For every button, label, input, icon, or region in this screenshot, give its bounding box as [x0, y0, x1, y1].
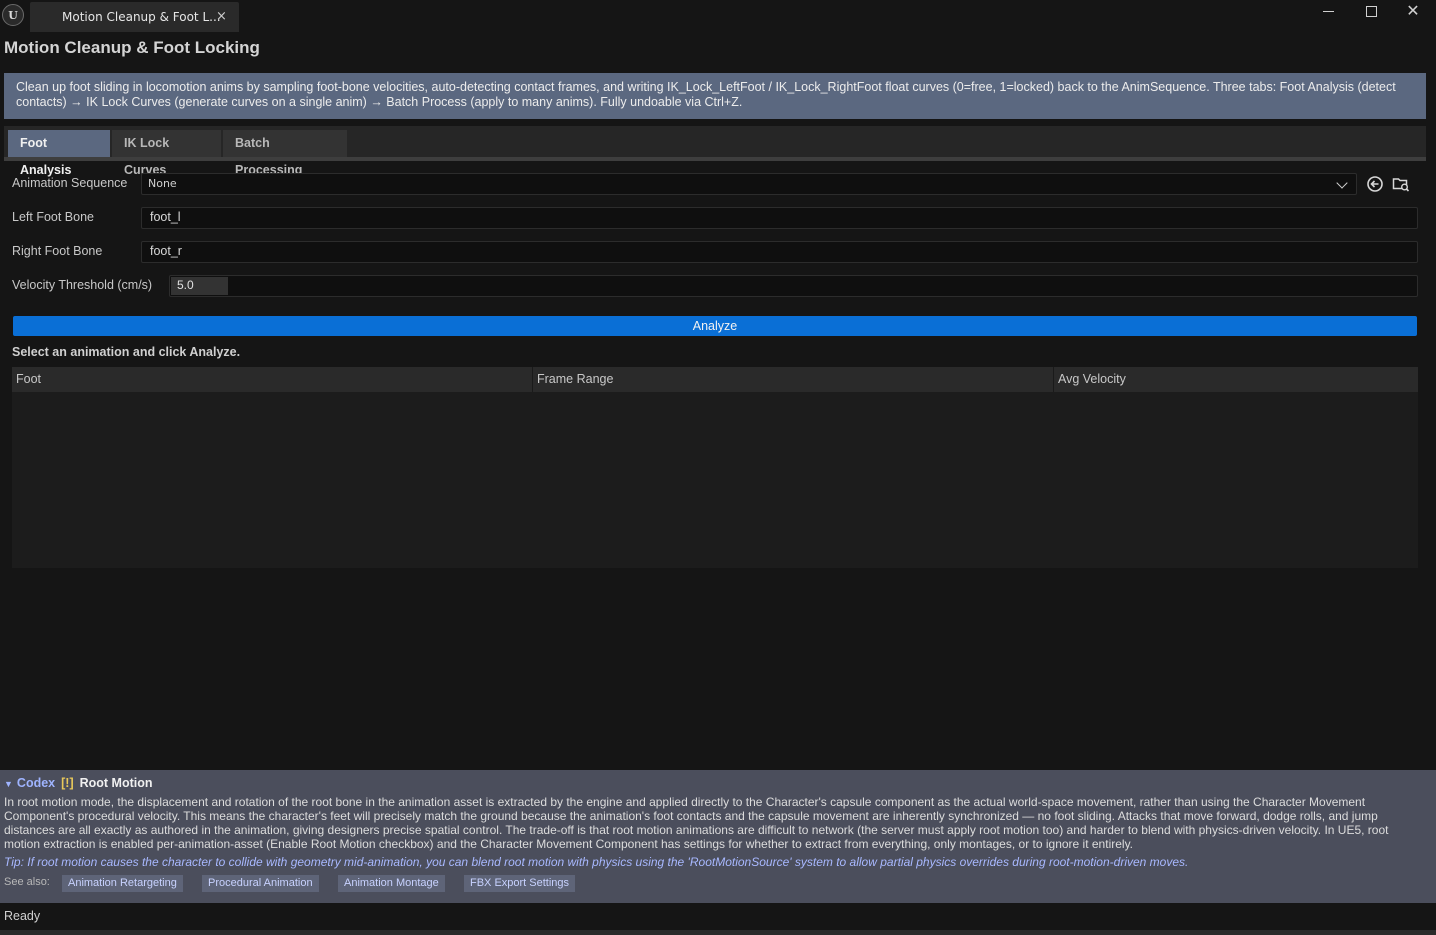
codex-topic: Root Motion: [79, 776, 153, 790]
right-foot-bone-label: Right Foot Bone: [12, 244, 103, 258]
maximize-icon: [1365, 6, 1377, 17]
maximize-button[interactable]: [1351, 2, 1391, 22]
codex-panel: ▼ Codex [!] Root Motion In root motion mode…: [0, 770, 1436, 903]
minimize-icon: [1322, 11, 1334, 12]
tool-description: Clean up foot sliding in locomotion anim…: [4, 73, 1426, 119]
velocity-threshold-input[interactable]: 5.0: [171, 277, 228, 295]
codex-header: ▼ Codex [!] Root Motion: [4, 776, 153, 790]
left-foot-bone-label: Left Foot Bone: [12, 210, 95, 224]
column-header-frame-range[interactable]: Frame Range: [533, 367, 1054, 392]
tool-title: Motion Cleanup & Foot Locking: [4, 38, 260, 57]
codex-badge: [!]: [61, 776, 74, 790]
table-header: Foot Frame Range Avg Velocity: [12, 367, 1418, 392]
tab-ik-lock-curves[interactable]: IK Lock Curves: [112, 130, 221, 177]
codex-body: In root motion mode, the displacement an…: [4, 795, 1389, 851]
close-window-button[interactable]: ✕: [1393, 2, 1433, 22]
tab-close-icon[interactable]: ×: [216, 9, 227, 24]
window-bottom-edge: [0, 930, 1436, 935]
tab-bar: Foot Analysis IK Lock Curves Batch Proce…: [4, 126, 1426, 177]
see-also-link[interactable]: Animation Montage: [338, 875, 445, 892]
analyze-button[interactable]: Analyze: [13, 316, 1417, 336]
close-icon: ✕: [1406, 1, 1420, 20]
right-foot-bone-input[interactable]: foot_r: [141, 241, 1418, 263]
see-also-link[interactable]: Animation Retargeting: [62, 875, 183, 892]
velocity-threshold-field: 5.0: [169, 275, 1418, 297]
minimize-button[interactable]: [1308, 2, 1348, 22]
chevron-down-icon: [1336, 177, 1348, 189]
use-selected-asset-button[interactable]: [1366, 175, 1384, 193]
browse-asset-button[interactable]: [1392, 175, 1410, 193]
tab-batch-processing[interactable]: Batch Processing: [223, 130, 347, 177]
folder-search-icon: [1392, 178, 1410, 192]
analysis-status-message: Select an animation and click Analyze.: [12, 345, 241, 359]
document-tab[interactable]: Motion Cleanup & Foot L... ×: [30, 2, 239, 32]
animation-sequence-label: Animation Sequence: [12, 176, 128, 190]
see-also-label: See also:: [4, 876, 50, 888]
codex-tip: Tip: If root motion causes the character…: [4, 855, 1189, 869]
tab-foot-analysis[interactable]: Foot Analysis: [8, 130, 110, 177]
left-foot-bone-input[interactable]: foot_l: [141, 207, 1418, 229]
column-header-foot[interactable]: Foot: [12, 367, 533, 392]
see-also-link[interactable]: FBX Export Settings: [464, 875, 576, 892]
document-tab-label: Motion Cleanup & Foot L...: [62, 10, 221, 24]
unreal-logo-icon[interactable]: U: [2, 4, 24, 26]
status-bar: Ready: [0, 903, 1436, 930]
codex-name: Codex: [16, 776, 56, 790]
status-text: Ready: [4, 909, 41, 923]
results-table: Foot Frame Range Avg Velocity: [12, 367, 1418, 568]
column-header-avg-velocity[interactable]: Avg Velocity: [1054, 367, 1418, 392]
animation-sequence-dropdown[interactable]: None: [141, 173, 1357, 195]
velocity-threshold-label: Velocity Threshold (cm/s): [12, 278, 153, 292]
arrow-left-circle-icon: [1367, 176, 1383, 192]
animation-sequence-value: None: [148, 177, 177, 190]
title-bar: U Motion Cleanup & Foot L... × ✕: [0, 0, 1436, 33]
see-also-link[interactable]: Procedural Animation: [202, 875, 319, 892]
collapse-triangle-icon[interactable]: ▼: [4, 779, 13, 789]
